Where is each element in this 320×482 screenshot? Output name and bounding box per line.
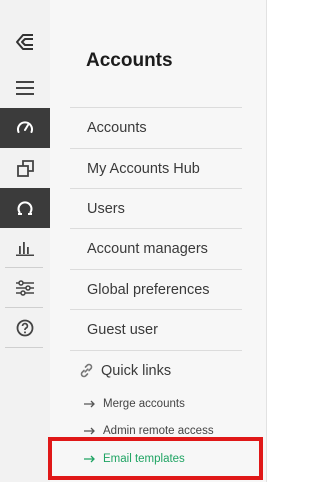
- menu-item-users[interactable]: Users: [70, 188, 242, 228]
- menu-item-guest-user[interactable]: Guest user: [70, 309, 242, 349]
- menu-item-global-preferences[interactable]: Global preferences: [70, 269, 242, 309]
- arrow-right-icon: [84, 427, 98, 435]
- rail-reports[interactable]: [0, 228, 50, 268]
- panel-title: Accounts: [86, 50, 173, 71]
- logo-button[interactable]: [0, 22, 50, 62]
- quick-link-merge-accounts[interactable]: Merge accounts: [84, 394, 185, 414]
- rail-dashboard[interactable]: [0, 108, 50, 148]
- quick-link-label: Merge accounts: [103, 398, 185, 410]
- arrow-right-icon: [84, 400, 98, 408]
- icon-rail: [0, 0, 50, 482]
- highlight-box: [48, 437, 263, 480]
- logo-icon: [16, 34, 33, 50]
- rail-support[interactable]: [0, 188, 50, 228]
- copy-icon: [16, 159, 34, 177]
- menu-item-accounts[interactable]: Accounts: [70, 107, 242, 147]
- support-icon: [17, 201, 33, 215]
- menu-icon: [16, 81, 34, 95]
- link-icon: [80, 363, 93, 378]
- rail-copy[interactable]: [0, 148, 50, 188]
- rail-help[interactable]: [0, 308, 50, 348]
- quick-links-label: Quick links: [101, 362, 172, 379]
- sliders-icon: [16, 280, 34, 296]
- quick-link-label: Admin remote access: [103, 425, 214, 437]
- menu-button[interactable]: [0, 68, 50, 108]
- help-icon: [16, 319, 34, 337]
- dashboard-gauge-icon: [17, 121, 33, 133]
- rail-divider: [5, 347, 43, 348]
- accounts-submenu: Accounts Accounts My Accounts Hub Users …: [50, 0, 267, 482]
- rail-settings[interactable]: [0, 268, 50, 308]
- bar-chart-icon: [16, 242, 34, 256]
- quick-links-header: Quick links: [70, 350, 242, 390]
- menu-item-account-managers[interactable]: Account managers: [70, 228, 242, 268]
- menu-item-my-accounts-hub[interactable]: My Accounts Hub: [70, 148, 242, 188]
